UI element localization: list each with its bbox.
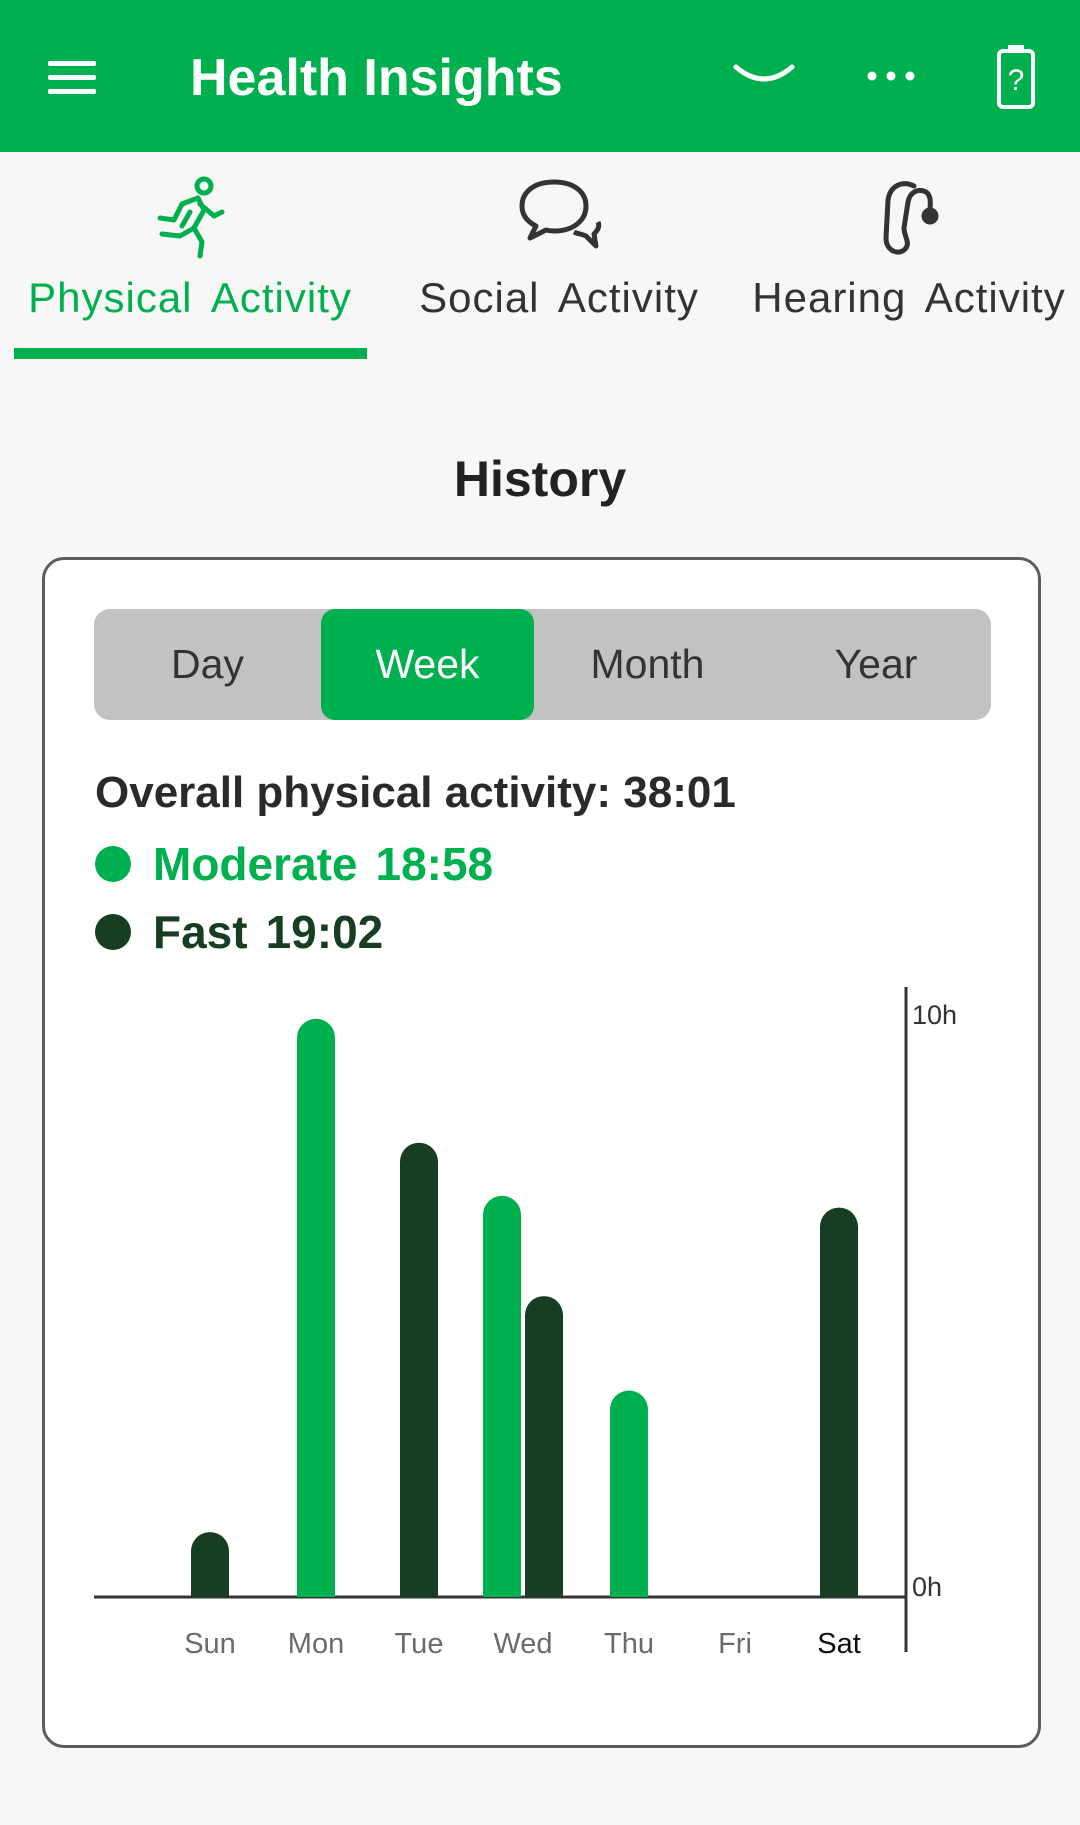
bar-wed-moderate [483,1195,521,1597]
running-person-icon [152,176,228,265]
tab-label: Physical Activity [28,274,352,321]
bar-thu-moderate [610,1390,648,1597]
hearing-aid-icon [874,176,944,265]
x-tick-label: Mon [288,1628,344,1660]
menu-icon[interactable] [42,55,102,101]
moderate-dot [95,846,131,882]
x-tick-label: Sat [817,1628,861,1660]
legend-moderate-value: 18:58 [375,838,494,890]
bar-sat-fast [820,1207,858,1597]
x-tick-label: Tue [395,1628,444,1660]
legend-moderate: Moderate 18:58 [95,834,493,894]
period-day-button[interactable]: Day [94,609,321,720]
overall-activity-text: Overall physical activity: 38:01 [95,768,736,817]
y-tick-label: 0h [912,1572,942,1602]
period-week-button[interactable]: Week [321,609,534,720]
x-tick-label: Wed [493,1628,552,1660]
app-header: Health Insights ? [0,0,1080,152]
tab-physical-activity[interactable]: Physical Activity [0,152,380,362]
x-tick-label: Sun [184,1628,236,1660]
tab-label: Social Activity [419,274,699,321]
period-year-button[interactable]: Year [761,609,991,720]
app-title: Health Insights [190,49,563,107]
x-tick-label: Fri [718,1628,752,1660]
chat-bubbles-icon [516,176,602,257]
bar-sun-fast [191,1532,229,1597]
activity-chart: Sun Mon Tue Wed Thu Fri Sat 10h 0h [42,980,1041,1680]
svg-text:?: ? [1008,64,1025,97]
fast-dot [95,914,131,950]
period-month-button[interactable]: Month [534,609,761,720]
x-tick-label: Thu [604,1628,654,1660]
period-selector: Day Week Month Year [94,609,991,720]
legend-fast-value: 19:02 [265,906,384,958]
y-tick-label: 10h [912,1000,957,1030]
battery-help-icon[interactable]: ? [990,40,1042,112]
bar-mon-moderate [297,1018,335,1597]
bar-wed-fast [525,1296,563,1597]
page-title: History [453,451,627,507]
more-icon[interactable] [855,40,927,112]
active-tab-indicator [14,348,367,359]
tab-social-activity[interactable]: Social Activity [400,152,718,362]
chevron-down-icon[interactable] [728,40,800,112]
bar-tue-fast [400,1142,438,1597]
legend-fast: Fast 19:02 [95,902,383,962]
legend-moderate-label: Moderate [153,838,358,890]
activity-bar-chart: Sun Mon Tue Wed Thu Fri Sat 10h 0h [94,987,957,1660]
activity-tabs: Physical Activity Social Activity Hearin… [0,152,1080,362]
tab-hearing-activity[interactable]: Hearing Activity [738,152,1080,362]
legend-fast-label: Fast [153,906,248,958]
tab-label: Hearing Activity [752,274,1066,321]
